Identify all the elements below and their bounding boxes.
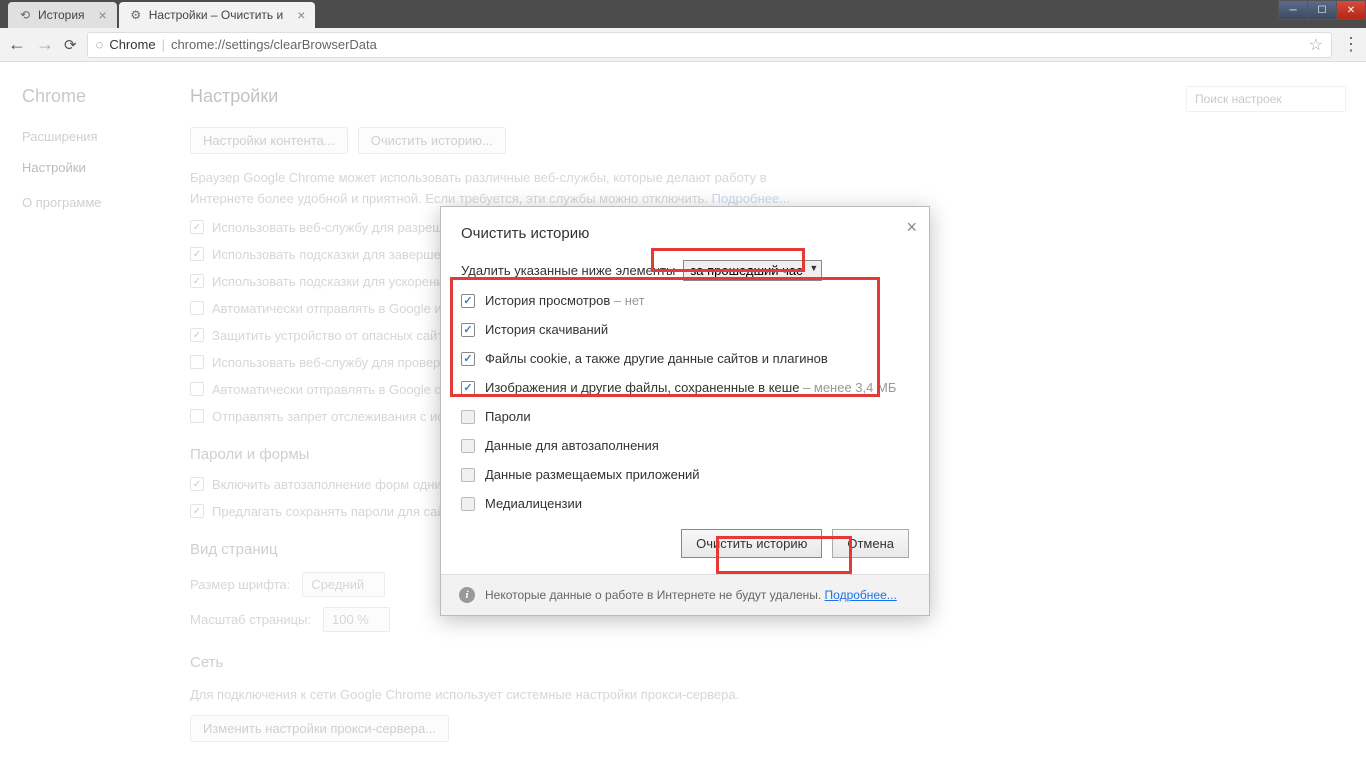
clear-browsing-data-dialog: × Очистить историю Удалить указанные ниж… [440,206,930,616]
checkbox-label: Файлы cookie, а также другие данные сайт… [485,351,828,366]
checkbox-icon[interactable] [461,294,475,308]
forward-button[interactable]: → [36,36,54,54]
checkbox-icon[interactable] [190,301,204,315]
clear-data-checkbox-row[interactable]: Пароли [461,409,909,424]
dialog-title: Очистить историю [461,225,909,242]
sidebar-item-extensions[interactable]: Расширения [22,129,170,144]
history-icon: ⟲ [18,8,32,22]
checkbox-icon[interactable] [190,220,204,234]
checkbox-icon[interactable] [461,497,475,511]
checkbox-icon[interactable] [190,409,204,423]
checkbox-icon[interactable] [190,274,204,288]
svg-text:club: club [1288,701,1319,720]
checkbox-icon[interactable] [190,382,204,396]
clear-data-checkbox-row[interactable]: Медиалицензии [461,496,909,511]
settings-search-input[interactable] [1186,86,1346,112]
checkbox-label: Данные для автозаполнения [485,438,659,453]
checkbox-icon[interactable] [461,439,475,453]
checkbox-icon[interactable] [190,477,204,491]
maximize-button[interactable]: ☐ [1307,0,1337,20]
clear-data-checkbox-row[interactable]: Изображения и другие файлы, сохраненные … [461,380,909,395]
checkbox-icon[interactable] [461,323,475,337]
sidebar-item-about[interactable]: О программе [22,195,170,210]
page-title: Настройки [190,86,1346,107]
window-controls: ─ ☐ ✕ [1279,0,1366,20]
address-bar[interactable]: ◌ Chrome | chrome://settings/clearBrowse… [87,32,1332,58]
url-text: chrome://settings/clearBrowserData [171,37,377,52]
gear-icon: ⚙ [129,8,143,22]
proxy-settings-button[interactable]: Изменить настройки прокси-сервера... [190,715,449,742]
checkbox-label: Отправлять запрет отслеживания с исходя [212,409,472,424]
clear-data-checkbox-row[interactable]: История просмотров – нет [461,293,909,308]
checkbox-label: Предлагать сохранять пароли для сайтов Н [212,504,478,519]
clear-history-button[interactable]: Очистить историю... [358,127,506,154]
clear-data-button[interactable]: Очистить историю [681,529,822,558]
checkbox-icon[interactable] [190,504,204,518]
checkbox-label: Использовать подсказки для завершения [212,247,462,262]
cancel-button[interactable]: Отмена [832,529,909,558]
time-range-label: Удалить указанные ниже элементы [461,263,675,278]
dialog-close-button[interactable]: × [906,217,917,238]
checkbox-label: Использовать веб-службу для разрешения [212,220,471,235]
font-size-select[interactable]: Средний [302,572,385,597]
close-window-button[interactable]: ✕ [1336,0,1366,20]
settings-sidebar: Chrome Расширения Настройки О программе [0,62,170,768]
minimize-button[interactable]: ─ [1278,0,1308,20]
learn-more-link[interactable]: Подробнее... [712,191,790,206]
bookmark-star-icon[interactable]: ☆ [1309,35,1323,55]
time-range-select[interactable]: за прошедший час [683,260,822,281]
network-section-title: Сеть [190,654,1346,671]
back-button[interactable]: ← [8,36,26,54]
font-size-label: Размер шрифта: [190,577,290,592]
tab-history[interactable]: ⟲ История × [8,2,117,28]
content-settings-button[interactable]: Настройки контента... [190,127,348,154]
checkbox-label: Защитить устройство от опасных сайтов [212,328,457,343]
checkbox-icon[interactable] [461,381,475,395]
sidebar-item-settings[interactable]: Настройки [22,160,170,175]
checkbox-icon[interactable] [190,247,204,261]
tab-settings[interactable]: ⚙ Настройки – Очистить и × [119,2,316,28]
checkbox-icon[interactable] [461,352,475,366]
checkbox-label: Автоматически отправлять в Google инфор [212,301,474,316]
watermark: club [1234,698,1344,754]
info-icon: i [459,587,475,603]
checkbox-label: Медиалицензии [485,496,582,511]
network-description: Для подключения к сети Google Chrome исп… [190,685,810,706]
page-zoom-label: Масштаб страницы: [190,612,311,627]
checkbox-label: История скачиваний [485,322,608,337]
clear-data-checkbox-row[interactable]: История скачиваний [461,322,909,337]
site-info-icon[interactable]: ◌ [96,37,104,52]
checkbox-icon[interactable] [461,468,475,482]
close-tab-icon[interactable]: × [297,7,305,23]
dialog-footer: i Некоторые данные о работе в Интернете … [441,574,929,615]
url-origin-label: Chrome [109,37,155,52]
tab-label: Настройки – Очистить и [149,8,283,22]
checkbox-icon[interactable] [190,355,204,369]
reload-button[interactable]: ⟳ [64,36,77,54]
privacy-description: Браузер Google Chrome может использовать… [190,168,810,210]
checkbox-label: История просмотров – нет [485,293,645,308]
tab-bar: ⟲ История × ⚙ Настройки – Очистить и × [0,0,1366,28]
overflow-menu-button[interactable]: ⋮ [1342,34,1358,55]
sidebar-title: Chrome [22,86,170,107]
checkbox-label: Изображения и другие файлы, сохраненные … [485,380,896,395]
checkbox-label: Включить автозаполнение форм одним кл [212,477,468,492]
checkbox-icon[interactable] [190,328,204,342]
footer-learn-more-link[interactable]: Подробнее... [825,588,897,602]
checkbox-label: Использовать веб-службу для проверки пр [212,355,471,370]
close-tab-icon[interactable]: × [99,7,107,23]
checkbox-label: Автоматически отправлять в Google стати [212,382,467,397]
browser-toolbar: ← → ⟳ ◌ Chrome | chrome://settings/clear… [0,28,1366,62]
clear-data-checkbox-row[interactable]: Файлы cookie, а также другие данные сайт… [461,351,909,366]
checkbox-label: Пароли [485,409,531,424]
checkbox-label: Использовать подсказки для ускорения заг [212,274,472,289]
checkbox-label: Данные размещаемых приложений [485,467,700,482]
tab-label: История [38,8,85,22]
clear-data-checkbox-row[interactable]: Данные для автозаполнения [461,438,909,453]
checkbox-icon[interactable] [461,410,475,424]
page-zoom-select[interactable]: 100 % [323,607,390,632]
clear-data-checkbox-row[interactable]: Данные размещаемых приложений [461,467,909,482]
